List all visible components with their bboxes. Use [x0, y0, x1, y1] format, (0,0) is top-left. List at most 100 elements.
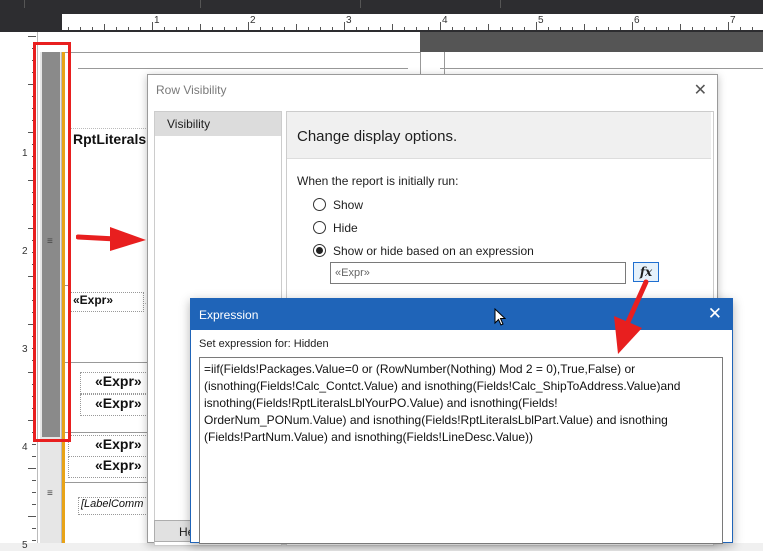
ruler-tick	[440, 22, 441, 30]
ruler-number: 3	[22, 344, 28, 355]
section-header: Change display options.	[287, 112, 711, 159]
radio-button[interactable]	[313, 198, 326, 211]
ruler-tick	[632, 22, 633, 30]
ruler-tick	[356, 27, 357, 30]
report-cell-label[interactable]: [LabelComm	[78, 497, 154, 515]
ruler-tick	[680, 24, 681, 30]
ruler-tick	[188, 27, 189, 30]
annotation-arrow-icon	[614, 279, 649, 354]
ruler-tick	[572, 27, 573, 30]
report-cell-expr[interactable]: «Expr»	[68, 292, 144, 312]
ruler-tick	[728, 22, 729, 30]
radio-button[interactable]	[313, 221, 326, 234]
ruler-tick	[704, 27, 705, 30]
grip-icon: ≡	[47, 488, 53, 499]
dialog-title: Row Visibility	[156, 83, 227, 97]
ruler-tick	[368, 27, 369, 30]
report-border-top	[64, 52, 420, 53]
ruler-tick	[32, 480, 36, 481]
annotation-highlight-box	[33, 42, 71, 442]
ruler-tick	[32, 528, 36, 529]
ruler-number: 7	[730, 15, 736, 26]
ruler-tick	[236, 27, 237, 30]
ruler-number: 2	[22, 246, 28, 257]
ruler-tick	[68, 27, 69, 30]
ruler-tick	[32, 504, 36, 505]
report-rect-line	[78, 68, 408, 69]
ruler-tick	[272, 27, 273, 30]
radio-label: Show	[333, 198, 364, 212]
ruler-tick	[152, 22, 153, 30]
ruler-tick	[488, 24, 489, 30]
ruler-tick	[428, 27, 429, 30]
ruler-tick	[248, 22, 249, 30]
ruler-tick	[524, 27, 525, 30]
ruler-number: 1	[154, 15, 160, 26]
ruler-tick	[28, 516, 36, 517]
report-rect-line	[440, 68, 763, 69]
ruler-tick	[224, 27, 225, 30]
ruler-number: 5	[22, 540, 28, 551]
ruler-tick	[32, 540, 36, 541]
ruler-tick	[452, 27, 453, 30]
dialog-title: Expression	[199, 308, 259, 322]
ruler-tick	[752, 27, 753, 30]
ruler-tick	[164, 27, 165, 30]
ruler-tick	[28, 36, 36, 37]
ruler-tick	[392, 24, 393, 30]
radio-label: Show or hide based on an expression	[333, 244, 534, 258]
ruler-tick	[512, 27, 513, 30]
ruler-tick	[140, 27, 141, 30]
ruler-tick	[308, 27, 309, 30]
set-expression-label: Set expression for: Hidden	[199, 338, 329, 350]
ruler-tick	[344, 22, 345, 30]
ruler-tick	[32, 492, 36, 493]
ruler-tick	[608, 27, 609, 30]
ruler-tick	[104, 24, 105, 30]
ruler-tick	[500, 27, 501, 30]
ruler-number: 3	[346, 15, 352, 26]
ruler-number: 1	[22, 148, 28, 159]
ruler-tick	[32, 444, 36, 445]
expression-input[interactable]: «Expr»	[330, 262, 626, 284]
ruler-tick	[332, 27, 333, 30]
ruler-tick	[28, 468, 36, 469]
ruler-number: 5	[538, 15, 544, 26]
mouse-cursor-icon	[494, 308, 506, 326]
report-row-line	[64, 432, 154, 433]
ruler-tick	[716, 27, 717, 30]
ruler-tick	[740, 27, 741, 30]
ruler-tick	[116, 27, 117, 30]
ruler-tick	[560, 27, 561, 30]
close-icon[interactable]: ✕	[708, 304, 722, 324]
report-row-line	[64, 482, 154, 483]
expression-textarea[interactable]: =iif(Fields!Packages.Value=0 or (RowNumb…	[199, 357, 723, 544]
ruler-tick	[380, 27, 381, 30]
ruler-tick	[32, 456, 36, 457]
radio-label: Hide	[333, 221, 358, 235]
ruler-tick	[200, 24, 201, 30]
ruler-tick	[260, 27, 261, 30]
ruler-tick	[620, 27, 621, 30]
ruler-number: 6	[634, 15, 640, 26]
horizontal-ruler: 1 2 3 4 5 6 7	[0, 8, 763, 32]
ruler-tick	[404, 27, 405, 30]
ruler-tick	[692, 27, 693, 30]
ruler-tick	[416, 27, 417, 30]
report-cell-literals[interactable]: RptLiterals	[70, 128, 152, 304]
ruler-tick	[464, 27, 465, 30]
ruler-tick	[176, 27, 177, 30]
ruler-tick	[80, 27, 81, 30]
visibility-prompt: When the report is initially run:	[297, 174, 459, 188]
ruler-tick	[476, 27, 477, 30]
ruler-tick	[596, 27, 597, 30]
radio-button-selected[interactable]	[313, 244, 326, 257]
nav-item-visibility[interactable]: Visibility	[155, 112, 281, 136]
ruler-number: 2	[250, 15, 256, 26]
ruler-number: 4	[22, 442, 28, 453]
ruler-tick	[320, 27, 321, 30]
ruler-tick	[212, 27, 213, 30]
ruler-number: 4	[442, 15, 448, 26]
ruler-tick	[644, 27, 645, 30]
close-icon[interactable]: ✕	[694, 80, 707, 100]
